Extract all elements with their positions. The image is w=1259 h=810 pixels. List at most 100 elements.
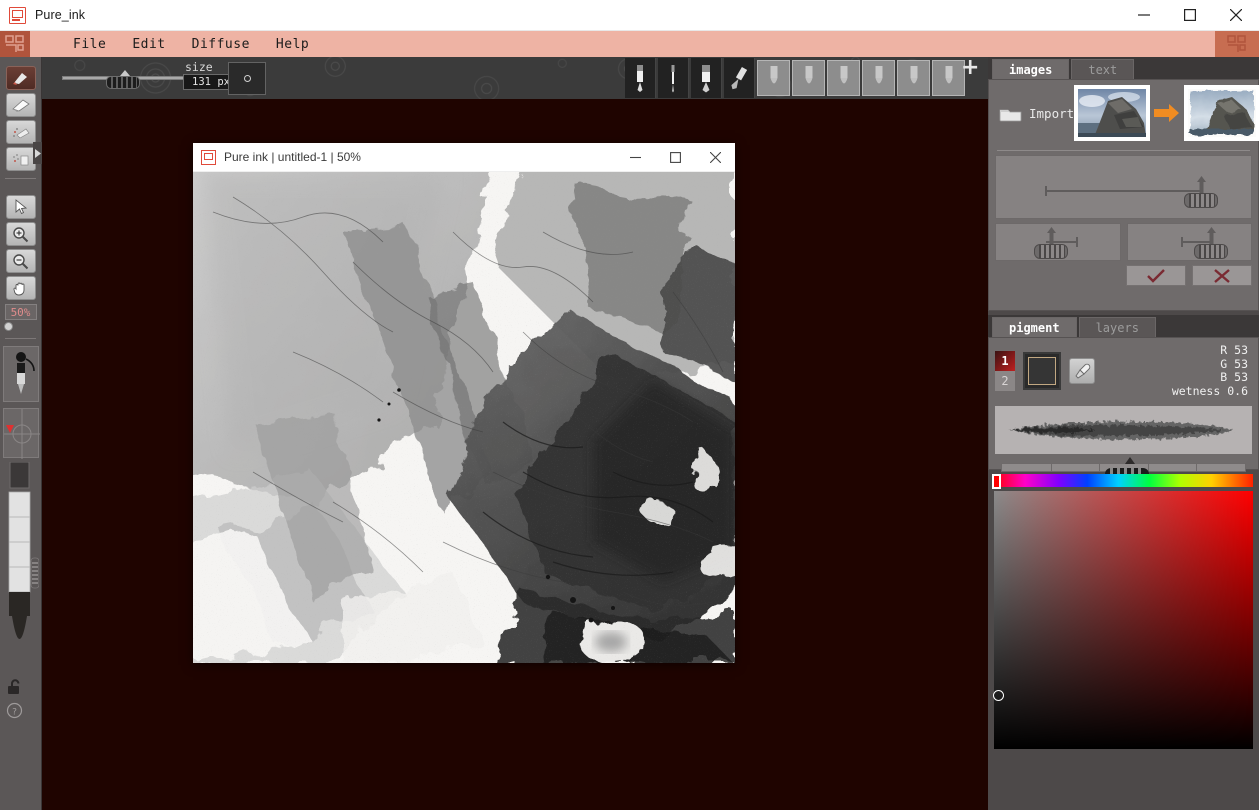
add-brush-preset-button[interactable]: + <box>961 60 979 78</box>
window-close-button[interactable] <box>1213 0 1259 31</box>
zoom-in-tool-button[interactable] <box>6 222 36 246</box>
hand-icon <box>12 280 29 297</box>
menu-item-help[interactable]: Help <box>263 34 322 55</box>
rock-ink-render <box>1188 89 1256 137</box>
source-photo-thumbnail[interactable] <box>1074 85 1150 141</box>
document-minimize-button[interactable] <box>615 143 655 172</box>
select-tool-button[interactable] <box>6 195 36 219</box>
swatch-1[interactable]: 1 <box>995 351 1015 371</box>
wetness-value: 0.6 <box>1227 384 1248 398</box>
wetness-row: wetness 0.6 <box>1172 385 1248 399</box>
ink-painting-canvas[interactable] <box>193 172 735 663</box>
ink-artwork <box>193 172 735 663</box>
zoom-slider-knob[interactable] <box>4 322 13 331</box>
brush-angle-control[interactable] <box>3 408 39 458</box>
zoom-out-icon <box>12 253 29 270</box>
r-label: R <box>1220 343 1227 357</box>
menu-item-file[interactable]: File <box>60 34 119 55</box>
saturation-value-square[interactable] <box>994 491 1253 749</box>
zoom-in-icon <box>12 226 29 243</box>
menu-item-diffuse[interactable]: Diffuse <box>179 34 263 55</box>
hue-cursor[interactable] <box>992 474 1001 489</box>
import-button[interactable]: Import <box>999 105 1074 122</box>
hue-strip-wrap[interactable] <box>990 474 1257 487</box>
brush-tool-button[interactable] <box>6 66 36 90</box>
apply-button[interactable] <box>1126 265 1186 286</box>
document-title: Pure ink | untitled-1 | 50% <box>224 150 361 164</box>
swatch-stack: 1 2 <box>995 351 1015 391</box>
g-value: 53 <box>1234 357 1248 371</box>
result-ink-thumbnail[interactable] <box>1184 85 1259 141</box>
document-close-button[interactable] <box>695 143 735 172</box>
slider-handle[interactable] <box>106 76 140 89</box>
brush-preset-9[interactable] <box>897 60 930 96</box>
brush-preview-widget <box>3 346 39 402</box>
left-slider-end-tick <box>1076 237 1078 247</box>
paper-tool-button[interactable] <box>6 93 36 117</box>
brush-preset-2[interactable] <box>658 58 689 98</box>
cancel-button[interactable] <box>1192 265 1252 286</box>
tab-layers[interactable]: layers <box>1079 317 1156 337</box>
brush-shape-button[interactable] <box>228 62 266 95</box>
brush-preset-7[interactable] <box>827 60 860 96</box>
lock-toggle[interactable] <box>3 678 39 700</box>
tool-flyout-button[interactable] <box>33 142 42 164</box>
tab-text[interactable]: text <box>1071 59 1134 79</box>
main-slider-handle[interactable] <box>1184 193 1218 208</box>
checkmark-icon <box>1146 268 1166 284</box>
document-icon <box>201 150 216 165</box>
brush-preset-3[interactable] <box>691 58 722 98</box>
left-slider-panel[interactable] <box>995 223 1121 261</box>
eyedropper-button[interactable] <box>1069 358 1095 384</box>
main-slider-arrow-icon <box>1195 176 1208 193</box>
right-slider-start-tick <box>1181 237 1183 247</box>
document-maximize-button[interactable] <box>655 143 695 172</box>
brush-preset-6[interactable] <box>792 60 825 96</box>
brush-preset-1[interactable] <box>625 58 656 98</box>
canvas-zoom-value[interactable]: 50% <box>5 304 37 320</box>
current-color-swatch[interactable] <box>1023 352 1061 390</box>
spray-tool-button[interactable] <box>6 147 36 171</box>
rock-photo <box>1078 89 1146 137</box>
zoom-out-tool-button[interactable] <box>6 249 36 273</box>
color-picker <box>988 474 1259 749</box>
window-maximize-button[interactable] <box>1167 0 1213 31</box>
sv-cursor[interactable] <box>993 690 1004 701</box>
main-slider-panel[interactable] <box>995 155 1252 219</box>
sidebar-divider <box>5 178 36 179</box>
brush-preset-4[interactable] <box>724 58 755 98</box>
right-slider-panel[interactable] <box>1127 223 1253 261</box>
spray-icon <box>11 151 31 168</box>
tab-pigment[interactable]: pigment <box>992 317 1077 337</box>
document-window: Pure ink | untitled-1 | 50% <box>193 143 735 663</box>
rgb-blue-row: B 53 <box>1172 371 1248 385</box>
pigment-tabstrip: pigment layers <box>988 315 1259 337</box>
hand-tool-button[interactable] <box>6 276 36 300</box>
brush-preset-list <box>625 58 965 98</box>
brush-preset-5[interactable] <box>757 60 790 96</box>
image-thumbnails <box>1074 85 1259 141</box>
menu-items: File Edit Diffuse Help <box>60 34 322 55</box>
pigment-swatches: 1 2 R 53 G 53 <box>989 338 1258 404</box>
window-minimize-button[interactable] <box>1121 0 1167 31</box>
help-button[interactable]: ? <box>3 702 39 723</box>
cursor-arrow-icon <box>13 199 29 215</box>
ornament-right-icon <box>1215 31 1259 57</box>
right-slider-handle[interactable] <box>1194 244 1228 259</box>
color-values: R 53 G 53 B 53 wetness 0.6 <box>1172 344 1252 398</box>
menu-item-edit[interactable]: Edit <box>119 34 178 55</box>
splatter-tool-button[interactable] <box>6 120 36 144</box>
unlock-icon <box>6 678 24 696</box>
brush-visualization <box>3 462 39 672</box>
hue-strip[interactable] <box>994 474 1253 487</box>
brush-icon <box>11 70 31 87</box>
brush-preset-8[interactable] <box>862 60 895 96</box>
swatch-2[interactable]: 2 <box>995 371 1015 391</box>
crosshair-icon <box>4 409 40 459</box>
left-slider-handle[interactable] <box>1034 244 1068 259</box>
menubar: File Edit Diffuse Help <box>0 31 1259 57</box>
b-label: B <box>1220 370 1227 384</box>
ornament-left-icon <box>0 31 30 57</box>
wetness-label: wetness <box>1172 384 1220 398</box>
tab-images[interactable]: images <box>992 59 1069 79</box>
